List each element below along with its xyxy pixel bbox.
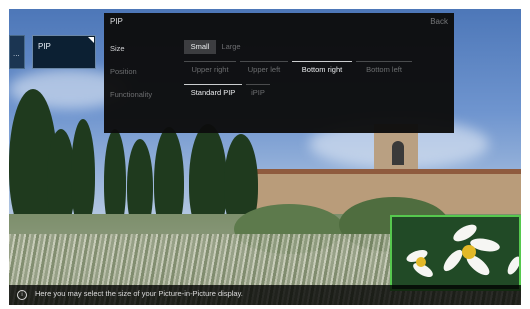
prev-tile[interactable]: ... — [9, 35, 25, 69]
prev-tile-label: ... — [13, 49, 20, 58]
panel-title: PIP — [110, 17, 123, 26]
size-option-large[interactable]: Large — [218, 40, 244, 54]
pip-settings-panel: PIP Back Size Small Large Position Upper… — [104, 13, 454, 133]
info-bar: i Here you may select the size of your P… — [9, 285, 521, 305]
tower-window — [392, 141, 404, 165]
position-underline — [184, 61, 236, 62]
functionality-label: Functionality — [110, 90, 153, 99]
pip-window — [390, 215, 521, 291]
pip-tile-label: PIP — [38, 42, 51, 51]
corner-marker-icon — [88, 37, 94, 43]
position-underline — [240, 61, 288, 62]
functionality-option-ipip[interactable]: iPIP — [246, 86, 270, 100]
size-label: Size — [110, 44, 125, 53]
pip-tile[interactable]: PIP — [32, 35, 96, 69]
position-option-bottom-left[interactable]: Bottom left — [356, 63, 412, 77]
functionality-option-standard-pip[interactable]: Standard PIP — [184, 86, 242, 100]
size-option-small[interactable]: Small — [184, 40, 216, 54]
tree — [71, 119, 95, 229]
daisy-petal — [505, 254, 519, 277]
daisy-center — [462, 245, 476, 259]
tv-screen: ... PIP PIP Back Size Small Large Positi… — [9, 9, 521, 305]
position-option-upper-right[interactable]: Upper right — [184, 63, 236, 77]
daisy-center — [416, 257, 426, 267]
position-label: Position — [110, 67, 137, 76]
position-underline — [356, 61, 412, 62]
position-option-bottom-right[interactable]: Bottom right — [292, 63, 352, 77]
position-option-upper-left[interactable]: Upper left — [240, 63, 288, 77]
info-text: Here you may select the size of your Pic… — [35, 289, 243, 298]
functionality-underline — [246, 84, 270, 85]
position-underline — [292, 61, 352, 62]
info-icon: i — [17, 290, 27, 300]
functionality-underline — [184, 84, 242, 85]
back-button[interactable]: Back — [430, 17, 448, 26]
